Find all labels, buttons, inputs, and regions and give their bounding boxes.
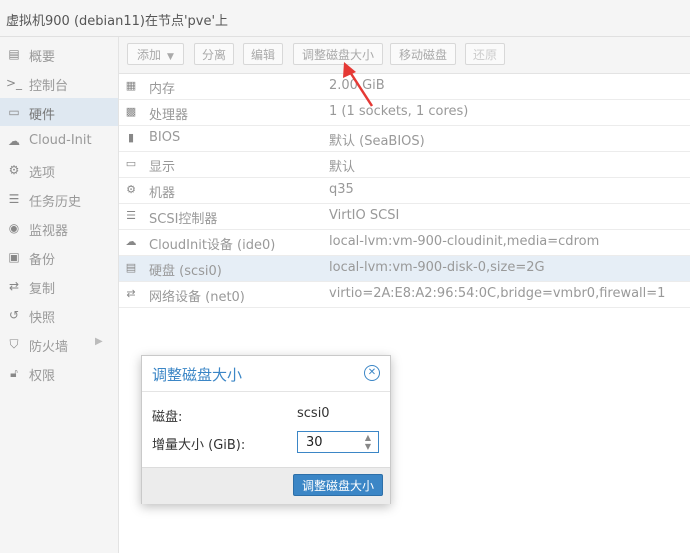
sidebar-item-cloud-init[interactable]: ☁ Cloud-Init [0,127,118,155]
hardware-name: 网络设备 (net0) [149,290,245,305]
sidebar-item-label: 备份 [29,253,56,268]
chevron-right-icon: ▶ [95,336,103,347]
sidebar-item-label: 监视器 [29,224,69,239]
history-icon: ↺ [8,308,20,322]
exchange-icon: ⇄ [126,287,136,300]
close-icon[interactable]: ✕ [364,365,380,381]
sidebar-item-label: 概要 [29,50,56,65]
disk-label: 磁盘: [152,410,183,425]
edit-button[interactable]: 编辑 [243,43,283,65]
size-increment-input[interactable]: 30 ▲ ▼ [297,431,379,453]
hardware-row-machine[interactable]: ⚙ 机器 q35 [119,178,690,204]
cogs-icon: ⚙ [126,183,136,196]
desktop-icon: ▭ [125,157,137,170]
book-icon: ▤ [8,47,20,61]
revert-button[interactable]: 还原 [465,43,505,65]
dialog-header: 调整磁盘大小 ✕ [142,356,390,392]
hardware-value: 2.00 GiB [329,78,385,93]
sidebar-item-label: Cloud-Init [29,133,92,148]
cloud-icon: ☁ [8,134,20,148]
sidebar-item-label: 权限 [29,369,56,384]
hardware-value: local-lvm:vm-900-cloudinit,media=cdrom [329,234,600,249]
sidebar-item-console[interactable]: >_ 控制台 [0,69,118,97]
unlock-icon: 🔓︎ [10,366,18,380]
memory-icon: ▦ [125,79,137,92]
resize-disk-dialog: 调整磁盘大小 ✕ 磁盘: scsi0 增量大小 (GiB): 30 ▲ ▼ 调整磁… [141,355,391,504]
monitor-icon: ▭ [8,105,20,119]
hardware-value: 默认 (SeaBIOS) [329,134,425,149]
sidebar-item-label: 任务历史 [29,195,82,210]
title-bar: 虚拟机900 (debian11)在节点'pve'上 [0,0,690,37]
hardware-row-hard-disk[interactable]: ▤ 硬盘 (scsi0) local-lvm:vm-900-disk-0,siz… [119,256,690,282]
hdd-icon: ▤ [125,261,137,274]
hardware-value: 默认 [329,160,356,175]
sidebar-item-options[interactable]: ⚙ 选项 [0,156,118,184]
hardware-row-processor[interactable]: ▩ 处理器 1 (1 sockets, 1 cores) [119,100,690,126]
eye-icon: ◉ [8,221,20,235]
hardware-name: 显示 [149,160,176,175]
hardware-name: 硬盘 (scsi0) [149,264,222,279]
hardware-toolbar: 添加 ▼ 分离 编辑 调整磁盘大小 移动磁盘 还原 [119,37,690,74]
size-increment-label: 增量大小 (GiB): [152,438,246,453]
hardware-value: q35 [329,182,354,197]
move-disk-button[interactable]: 移动磁盘 [390,43,456,65]
terminal-icon: >_ [6,76,23,90]
sidebar: ▤ 概要 >_ 控制台 ▭ 硬件 ☁ Cloud-Init ⚙ 选项 ☰ 任务历… [0,37,119,553]
hardware-name: CloudInit设备 (ide0) [149,238,276,253]
hardware-name: 处理器 [149,108,189,123]
sidebar-item-firewall[interactable]: ⛉ 防火墙 ▶ [0,330,118,358]
hardware-table: ▦ 内存 2.00 GiB ▩ 处理器 1 (1 sockets, 1 core… [119,74,690,308]
disk-value: scsi0 [297,406,330,421]
sidebar-item-label: 快照 [29,311,56,326]
sidebar-item-label: 控制台 [29,79,69,94]
database-icon: ☰ [126,209,136,222]
shield-icon: ⛉ [9,337,19,351]
dialog-title: 调整磁盘大小 [152,366,243,384]
sidebar-item-snapshots[interactable]: ↺ 快照 [0,301,118,329]
hardware-value: virtio=2A:E8:A2:96:54:0C,bridge=vmbr0,fi… [329,286,666,301]
hardware-row-memory[interactable]: ▦ 内存 2.00 GiB [119,74,690,100]
detach-button[interactable]: 分离 [194,43,234,65]
sidebar-item-hardware[interactable]: ▭ 硬件 [0,98,118,126]
hardware-name: BIOS [149,130,181,145]
retweet-icon: ⇄ [8,279,20,293]
cpu-icon: ▩ [125,105,137,118]
hardware-value: local-lvm:vm-900-disk-0,size=2G [329,260,545,275]
hardware-value: VirtIO SCSI [329,208,400,223]
floppy-icon: ▣ [8,250,20,264]
sidebar-item-label: 复制 [29,282,56,297]
add-button[interactable]: 添加 ▼ [127,43,184,65]
confirm-resize-button[interactable]: 调整磁盘大小 [293,474,383,496]
hardware-name: 机器 [149,186,176,201]
add-button-label: 添加 [137,48,162,62]
dialog-footer: 调整磁盘大小 [142,467,390,504]
hardware-row-scsi-controller[interactable]: ☰ SCSI控制器 VirtIO SCSI [119,204,690,230]
hardware-row-bios[interactable]: ▮ BIOS 默认 (SeaBIOS) [119,126,690,152]
hardware-row-cloudinit[interactable]: ☁ CloudInit设备 (ide0) local-lvm:vm-900-cl… [119,230,690,256]
sidebar-item-monitor[interactable]: ◉ 监视器 [0,214,118,242]
sidebar-item-replication[interactable]: ⇄ 复制 [0,272,118,300]
hardware-name: SCSI控制器 [149,212,218,227]
resize-disk-button[interactable]: 调整磁盘大小 [293,43,383,65]
sidebar-item-permissions[interactable]: 🔓︎ 权限 [0,359,118,387]
sidebar-item-label: 防火墙 [29,340,69,355]
gear-icon: ⚙ [8,163,20,177]
sidebar-item-label: 硬件 [29,108,56,123]
hardware-name: 内存 [149,82,176,97]
sidebar-item-label: 选项 [29,166,56,181]
list-icon: ☰ [8,192,20,206]
hardware-value: 1 (1 sockets, 1 cores) [329,104,469,119]
chevron-down-icon: ▼ [167,52,174,62]
hardware-row-display[interactable]: ▭ 显示 默认 [119,152,690,178]
size-increment-value: 30 [306,435,323,450]
hardware-row-network[interactable]: ⇄ 网络设备 (net0) virtio=2A:E8:A2:96:54:0C,b… [119,282,690,308]
cloud-icon: ☁ [125,235,137,248]
window-title: 虚拟机900 (debian11)在节点'pve'上 [6,14,229,29]
sidebar-item-backup[interactable]: ▣ 备份 [0,243,118,271]
sidebar-item-summary[interactable]: ▤ 概要 [0,40,118,68]
microchip-icon: ▮ [127,131,135,144]
sidebar-item-task-history[interactable]: ☰ 任务历史 [0,185,118,213]
spinner-icon[interactable]: ▲ ▼ [362,433,374,451]
